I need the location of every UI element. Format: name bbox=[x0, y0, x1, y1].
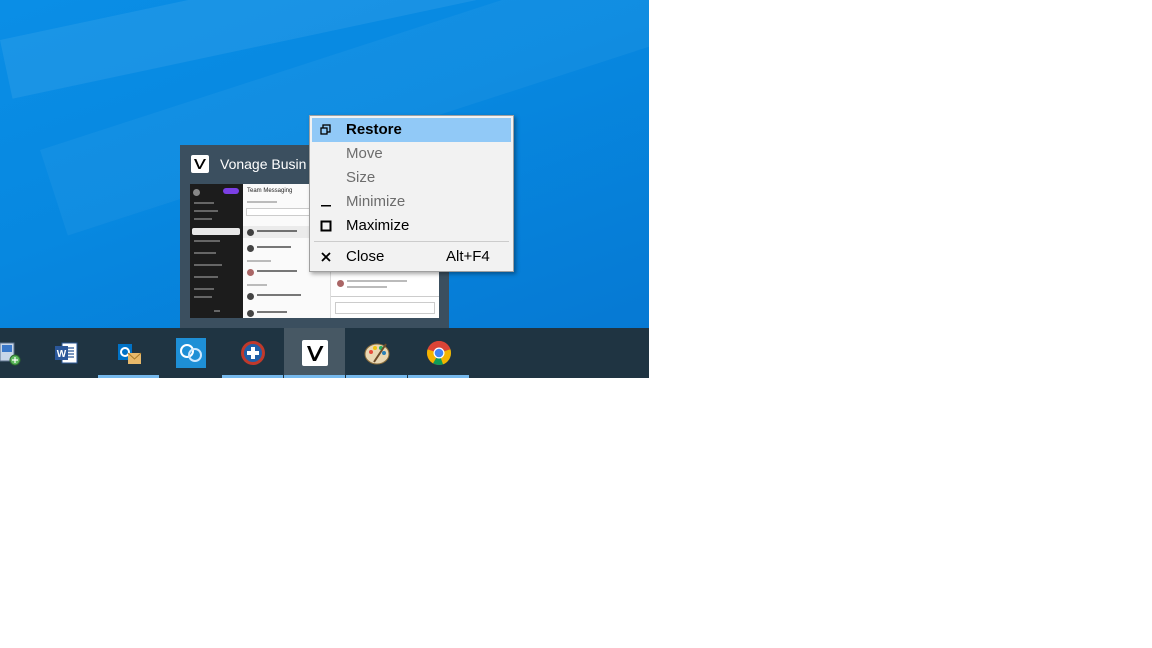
svg-text:W: W bbox=[56, 349, 66, 360]
microsoft-outlook-icon bbox=[116, 340, 142, 366]
running-indicator bbox=[98, 375, 159, 378]
maximize-icon bbox=[318, 218, 334, 234]
menu-item-label: Close bbox=[346, 248, 385, 265]
running-indicator bbox=[346, 375, 407, 378]
paint-palette-icon bbox=[364, 340, 390, 366]
google-chrome-icon bbox=[426, 340, 452, 366]
taskbar-item-remote-support[interactable] bbox=[160, 328, 221, 378]
preview-heading: Team Messaging bbox=[247, 188, 293, 194]
remote-support-icon bbox=[175, 338, 206, 368]
menu-item-move: Move bbox=[312, 142, 511, 166]
menu-item-label: Maximize bbox=[346, 217, 410, 234]
menu-item-minimize: Minimize bbox=[312, 190, 511, 214]
microsoft-word-icon: W bbox=[53, 340, 79, 366]
running-indicator bbox=[408, 375, 469, 378]
menu-item-label: Move bbox=[346, 145, 383, 162]
menu-item-shortcut: Alt+F4 bbox=[446, 248, 490, 265]
taskbar-item-word[interactable]: W bbox=[35, 328, 96, 378]
menu-separator bbox=[312, 238, 511, 245]
taskbar-item-chrome[interactable] bbox=[408, 328, 469, 378]
menu-item-close[interactable]: Close Alt+F4 bbox=[312, 245, 511, 269]
running-indicator bbox=[284, 375, 345, 378]
taskbar-item-paint[interactable] bbox=[346, 328, 407, 378]
running-indicator bbox=[222, 375, 283, 378]
menu-item-label: Minimize bbox=[346, 193, 406, 210]
vonage-logo-icon bbox=[191, 155, 209, 173]
menu-item-label: Size bbox=[346, 169, 376, 186]
preview-sidebar bbox=[190, 184, 243, 318]
menu-item-label: Restore bbox=[346, 121, 402, 138]
medical-plus-icon bbox=[240, 340, 266, 366]
close-icon bbox=[318, 249, 334, 265]
thumbnail-title: Vonage Busin bbox=[220, 156, 307, 172]
menu-item-maximize[interactable]: Maximize bbox=[312, 214, 511, 238]
menu-item-restore[interactable]: Restore bbox=[312, 118, 511, 142]
taskbar-item-vonage-business[interactable] bbox=[284, 328, 345, 378]
vonage-business-icon bbox=[301, 340, 328, 366]
taskbar-item-network[interactable] bbox=[0, 328, 39, 378]
window-context-menu: Restore Move Size Minimize Maximize Clos… bbox=[309, 115, 514, 272]
minimize-icon bbox=[318, 194, 334, 210]
network-icon bbox=[0, 340, 22, 366]
restore-icon bbox=[318, 122, 334, 138]
taskbar-item-outlook[interactable] bbox=[98, 328, 159, 378]
menu-item-size: Size bbox=[312, 166, 511, 190]
taskbar-item-medical[interactable] bbox=[222, 328, 283, 378]
screen: Vonage Busin Team Messaging Restore Move… bbox=[0, 0, 649, 378]
taskbar: W bbox=[0, 328, 649, 378]
